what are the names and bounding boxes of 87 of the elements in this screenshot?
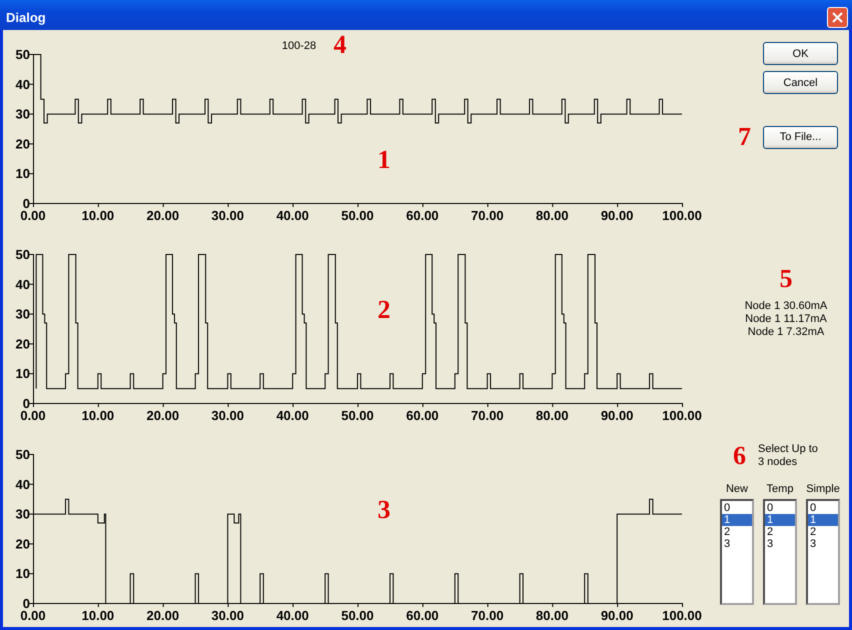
instruction-text: Select Up to 3 nodes xyxy=(758,443,819,469)
x-tick-label: 20.00 xyxy=(146,208,180,223)
x-tick-label: 100.00 xyxy=(662,608,702,623)
callout-number: 4 xyxy=(334,32,346,59)
list-item[interactable]: 1 xyxy=(808,514,838,526)
node-reading: Node 1 7.32mA xyxy=(748,326,824,339)
list-item[interactable]: 2 xyxy=(765,526,795,538)
x-tick-label: 100.00 xyxy=(662,208,702,223)
y-tick-label: 0 xyxy=(22,196,30,211)
x-tick-label: 30.00 xyxy=(211,408,244,423)
x-tick-label: 80.00 xyxy=(536,608,568,623)
callout-number: 5 xyxy=(780,266,792,292)
to-file-button[interactable]: To File... xyxy=(763,126,838,148)
y-tick-label: 40 xyxy=(16,76,30,92)
y-tick-label: 40 xyxy=(16,276,30,292)
x-tick-label: 60.00 xyxy=(406,608,439,623)
x-tick-label: 100.00 xyxy=(662,408,702,423)
x-tick-label: 30.00 xyxy=(211,608,244,623)
x-tick-label: 0.00 xyxy=(20,608,46,623)
list-header: Temp xyxy=(766,483,794,496)
x-tick-label: 60.00 xyxy=(406,208,439,223)
x-tick-label: 20.00 xyxy=(146,408,180,423)
y-tick-label: 0 xyxy=(22,396,30,411)
list-header: Simple xyxy=(806,483,840,496)
y-tick-label: 40 xyxy=(16,476,30,492)
x-tick-label: 70.00 xyxy=(471,608,504,623)
y-tick-label: 10 xyxy=(16,366,30,382)
x-tick-label: 40.00 xyxy=(276,208,309,223)
x-tick-label: 50.00 xyxy=(341,208,374,223)
callout-number: 7 xyxy=(737,124,752,150)
x-tick-label: 50.00 xyxy=(341,608,374,623)
list-item[interactable]: 3 xyxy=(808,538,838,550)
x-tick-label: 0.00 xyxy=(20,408,46,423)
y-tick-label: 30 xyxy=(16,306,30,322)
x-tick-label: 60.00 xyxy=(406,408,439,423)
y-tick-label: 50 xyxy=(16,247,30,262)
x-tick-label: 0.00 xyxy=(20,208,46,223)
y-tick-label: 50 xyxy=(16,47,30,62)
chart-title: 100-28 xyxy=(282,40,316,52)
y-tick-label: 30 xyxy=(16,106,30,122)
callout-number: 6 xyxy=(733,443,746,469)
y-tick-label: 10 xyxy=(16,166,30,182)
list-item[interactable]: 3 xyxy=(722,538,752,550)
x-tick-label: 80.00 xyxy=(536,208,568,223)
window-title: Dialog xyxy=(6,10,46,24)
list-item[interactable]: 3 xyxy=(765,538,795,550)
node-reading: Node 1 11.17mA xyxy=(745,313,827,326)
x-tick-label: 70.00 xyxy=(471,408,504,423)
dialog-button[interactable]: OK xyxy=(763,42,838,65)
node-list[interactable]: 0 1 2 3 xyxy=(720,499,754,605)
y-tick-label: 20 xyxy=(16,336,30,352)
x-tick-label: 90.00 xyxy=(600,608,634,623)
node-list[interactable]: 0 1 2 3 xyxy=(806,499,840,605)
callout-number: 2 xyxy=(378,295,390,324)
x-tick-label: 90.00 xyxy=(600,408,634,423)
x-tick-label: 10.00 xyxy=(82,408,114,423)
x-tick-label: 30.00 xyxy=(211,208,244,223)
node-reading: Node 1 30.60mA xyxy=(744,300,828,313)
x-tick-label: 50.00 xyxy=(341,408,374,423)
x-tick-label: 70.00 xyxy=(471,208,504,223)
callout-number: 3 xyxy=(378,495,390,524)
y-tick-label: 30 xyxy=(16,506,30,522)
list-item[interactable]: 2 xyxy=(722,526,752,538)
x-tick-label: 40.00 xyxy=(276,408,309,423)
y-tick-label: 10 xyxy=(16,566,30,582)
x-tick-label: 90.00 xyxy=(600,208,634,223)
y-tick-label: 20 xyxy=(16,136,30,152)
x-tick-label: 80.00 xyxy=(536,408,568,423)
dialog-button[interactable]: Cancel xyxy=(763,71,838,94)
list-item[interactable]: 1 xyxy=(722,514,752,526)
list-item[interactable]: 0 xyxy=(765,502,795,514)
list-item[interactable]: 1 xyxy=(765,514,795,526)
callout-number: 1 xyxy=(378,145,390,174)
close-icon xyxy=(832,12,843,22)
x-tick-label: 10.00 xyxy=(82,608,114,623)
list-item[interactable]: 0 xyxy=(808,502,838,514)
y-tick-label: 20 xyxy=(16,536,30,552)
list-header: New xyxy=(726,483,748,496)
y-tick-label: 0 xyxy=(22,596,30,611)
x-tick-label: 40.00 xyxy=(276,608,309,623)
node-list[interactable]: 0 1 2 3 xyxy=(763,499,797,605)
list-item[interactable]: 2 xyxy=(808,526,838,538)
y-tick-label: 50 xyxy=(16,447,30,462)
close-button[interactable] xyxy=(827,6,848,28)
list-item[interactable]: 0 xyxy=(722,502,752,514)
x-tick-label: 10.00 xyxy=(82,208,114,223)
x-tick-label: 20.00 xyxy=(146,608,180,623)
